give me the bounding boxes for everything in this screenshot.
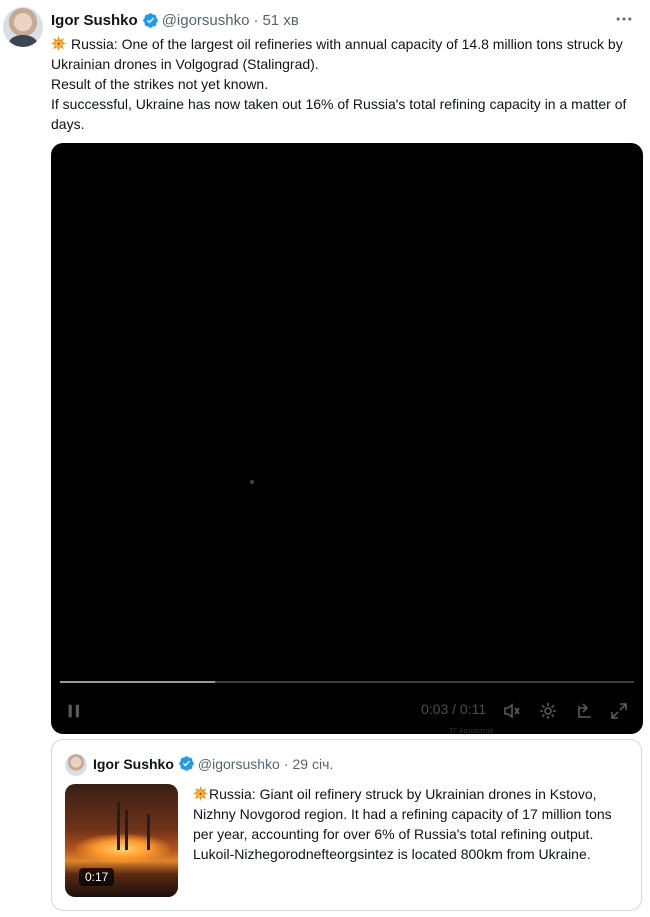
tweet-time[interactable]: 51 хв (262, 12, 298, 29)
verified-badge-icon (178, 755, 195, 772)
quoted-author-name: Igor Sushko (93, 755, 174, 772)
tweet-header: Igor Sushko @igorsushko · 51 хв (51, 9, 640, 31)
video-progress-fill (60, 681, 215, 683)
author-handle[interactable]: @igorsushko (162, 12, 250, 29)
video-controls: 0:03 / 0:11 (51, 690, 643, 734)
tweet-body-3: If successful, Ukraine has now taken out… (51, 96, 627, 132)
exit-pip-icon[interactable] (575, 701, 595, 721)
quoted-avatar (65, 754, 87, 776)
quoted-text-line: Russia: Giant oil refinery struck by Ukr… (193, 784, 628, 844)
video-frame-highlight (250, 480, 254, 484)
quoted-handle: @igorsushko (197, 755, 280, 772)
quoted-video-thumbnail[interactable]: 0:17 (65, 784, 178, 897)
quoted-body-1: Russia: Giant oil refinery struck by Ukr… (193, 786, 612, 842)
settings-icon[interactable] (538, 701, 558, 721)
video-watermark: ТГ Архиватор (449, 728, 494, 735)
tweet-body-1: Russia: One of the largest oil refinerie… (51, 36, 623, 72)
chimney (125, 810, 128, 850)
volume-icon[interactable] (502, 701, 522, 721)
chimney (117, 802, 120, 850)
tweet-text-line: Russia: One of the largest oil refinerie… (51, 34, 643, 74)
author-name[interactable]: Igor Sushko (51, 12, 138, 29)
video-time-readout: 0:03 / 0:11 (421, 701, 487, 717)
fullscreen-icon[interactable] (609, 701, 629, 721)
quoted-body-2: Lukoil-Nizhegorodnefteorgsintez is locat… (193, 846, 591, 862)
collision-icon (193, 786, 208, 801)
separator: · (253, 11, 259, 29)
fire-glow (75, 834, 170, 864)
collision-icon (51, 36, 66, 51)
separator: · (283, 755, 289, 772)
quoted-text: Russia: Giant oil refinery struck by Ukr… (193, 784, 628, 864)
avatar[interactable] (3, 7, 43, 47)
video-player[interactable]: 0:03 / 0:11 (51, 143, 643, 734)
pause-icon[interactable] (65, 702, 83, 720)
quoted-time: 29 січ. (292, 755, 334, 772)
quoted-tweet[interactable]: Igor Sushko @igorsushko · 29 січ. 0:17 R… (51, 739, 642, 911)
tweet-body-2: Result of the strikes not yet known. (51, 76, 269, 92)
video-duration-badge: 0:17 (79, 868, 115, 886)
more-options-icon[interactable] (614, 9, 634, 34)
tweet-text: Russia: One of the largest oil refinerie… (51, 34, 643, 134)
verified-badge-icon (142, 12, 159, 29)
video-progress-bar[interactable] (60, 681, 634, 683)
quoted-header: Igor Sushko @igorsushko · 29 січ. (93, 755, 333, 772)
chimney (147, 814, 150, 850)
